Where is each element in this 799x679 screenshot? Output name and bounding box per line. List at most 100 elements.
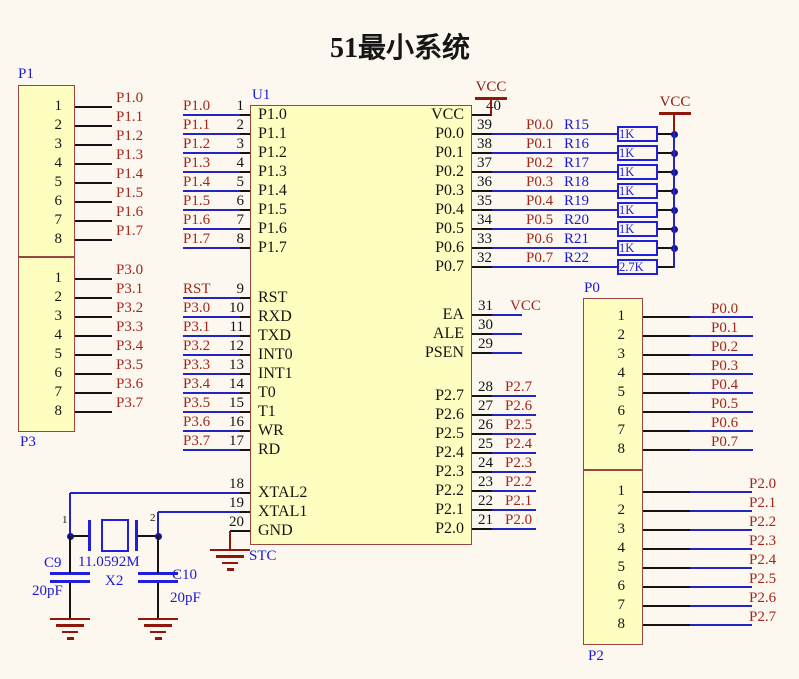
chip-pin-number: 22 bbox=[478, 493, 493, 509]
chip-pin-name-WR: WR bbox=[258, 422, 284, 439]
connector-P2-pin-number: 7 bbox=[617, 597, 626, 613]
net-label-P3.2: P3.2 bbox=[183, 338, 211, 354]
pin-stub bbox=[240, 316, 250, 318]
ground-symbol-c9-bar bbox=[62, 630, 78, 634]
chip-pin-name-PSEN: PSEN bbox=[424, 344, 464, 361]
wire bbox=[492, 152, 617, 154]
net-label-P3.7: P3.7 bbox=[116, 395, 144, 411]
resistor-value-R16: 1K bbox=[619, 146, 635, 160]
crystal-plate-left[interactable] bbox=[88, 520, 91, 551]
wire bbox=[183, 133, 240, 135]
chip-pin-name-T1: T1 bbox=[258, 403, 276, 420]
pin-stub bbox=[75, 335, 112, 337]
connector-P3-pin-number: 5 bbox=[54, 346, 63, 362]
chip-pin-name-TXD: TXD bbox=[258, 327, 291, 344]
chip-pin-name-P1.2: P1.2 bbox=[258, 144, 287, 161]
crystal-body[interactable] bbox=[101, 519, 129, 552]
chip-pin-name-P1.4: P1.4 bbox=[258, 182, 287, 199]
net-label-P0.5: P0.5 bbox=[526, 212, 554, 228]
pin-stub bbox=[643, 411, 690, 413]
chip-pin-name-RST: RST bbox=[258, 289, 288, 306]
chip-pin-name-P1.7: P1.7 bbox=[258, 239, 287, 256]
chip-pin-number: 25 bbox=[478, 436, 493, 452]
chip-pin-name-P2.2: P2.2 bbox=[435, 482, 464, 499]
chip-pin-name-P2.5: P2.5 bbox=[435, 425, 464, 442]
ground-symbol-c9-bar bbox=[56, 624, 84, 627]
net-label-P1.5: P1.5 bbox=[183, 193, 211, 209]
chip-pin-number: 33 bbox=[477, 231, 492, 247]
pin-stub bbox=[472, 228, 492, 230]
net-label-P2.3: P2.3 bbox=[749, 533, 777, 549]
net-label-P0.1: P0.1 bbox=[711, 320, 739, 336]
connector-P1-pin-number: 5 bbox=[54, 174, 63, 190]
chip-u1-value: STC bbox=[249, 548, 277, 564]
pin-stub bbox=[240, 449, 250, 451]
chip-pin-number: 18 bbox=[229, 476, 244, 492]
net-label-P2.6: P2.6 bbox=[749, 590, 777, 606]
wire bbox=[492, 452, 536, 454]
chip-pin-name-VCC: VCC bbox=[431, 106, 464, 123]
pin-stub bbox=[75, 411, 112, 413]
net-label-P2.4: P2.4 bbox=[505, 436, 533, 452]
pin-stub bbox=[240, 297, 250, 299]
connector-P2-pin-number: 3 bbox=[617, 521, 626, 537]
pin-stub bbox=[643, 335, 690, 337]
wire bbox=[492, 228, 617, 230]
wire bbox=[183, 209, 240, 211]
pin-stub bbox=[643, 354, 690, 356]
chip-pin-name-P2.1: P2.1 bbox=[435, 501, 464, 518]
net-label-P1.7: P1.7 bbox=[116, 223, 144, 239]
chip-pin-number: 37 bbox=[477, 155, 492, 171]
chip-pin-name-EA: EA bbox=[442, 306, 464, 323]
schematic-title: 51最小系统 bbox=[329, 33, 470, 64]
chip-pin-number: 28 bbox=[478, 379, 493, 395]
ground-symbol-gnd-bar bbox=[216, 555, 244, 558]
net-label-P0.0: P0.0 bbox=[526, 117, 554, 133]
chip-pin-number: 29 bbox=[478, 336, 493, 352]
net-label-P0.2: P0.2 bbox=[711, 339, 739, 355]
ground-symbol-c10-bar bbox=[154, 637, 162, 640]
net-label-P0.3: P0.3 bbox=[711, 358, 739, 374]
ground-symbol-c9-bar bbox=[66, 637, 74, 640]
net-label-P0.6: P0.6 bbox=[526, 231, 554, 247]
cap-c9-lead-bottom bbox=[69, 583, 71, 618]
wire bbox=[492, 190, 617, 192]
connector-P3-pin-number: 1 bbox=[54, 270, 63, 286]
vcc-symbol-pin40-label: VCC bbox=[475, 79, 507, 95]
connector-P1-pin-number: 4 bbox=[54, 155, 63, 171]
connector-P2-pin-number: 2 bbox=[617, 502, 626, 518]
chip-pin-number: 30 bbox=[478, 317, 493, 333]
wire bbox=[492, 209, 617, 211]
pin-stub bbox=[240, 114, 250, 116]
pin-stub bbox=[75, 373, 112, 375]
net-label-P3.1: P3.1 bbox=[183, 319, 211, 335]
resistor-value-R19: 1K bbox=[619, 203, 635, 217]
resistor-value-R21: 1K bbox=[619, 241, 635, 255]
net-label-RST: RST bbox=[183, 281, 211, 297]
chip-pin-number: 23 bbox=[478, 474, 493, 490]
vcc-stem bbox=[490, 100, 492, 115]
chip-pin-number: 40 bbox=[486, 98, 501, 114]
wire bbox=[690, 510, 752, 512]
wire-xtal1 bbox=[158, 511, 240, 513]
net-label-P0.7: P0.7 bbox=[526, 250, 554, 266]
pin-stub bbox=[75, 354, 112, 356]
net-label-P2.3: P2.3 bbox=[505, 455, 533, 471]
wire bbox=[492, 490, 536, 492]
pin-stub bbox=[240, 392, 250, 394]
pin-stub bbox=[75, 297, 112, 299]
wire bbox=[492, 528, 536, 530]
pin-stub bbox=[75, 220, 112, 222]
pin-stub bbox=[472, 247, 492, 249]
net-label-P1.4: P1.4 bbox=[183, 174, 211, 190]
wire bbox=[690, 624, 752, 626]
net-label-P2.6: P2.6 bbox=[505, 398, 533, 414]
ground-symbol-c9-bar bbox=[50, 617, 90, 621]
pin-stub bbox=[472, 433, 492, 435]
pin-stub bbox=[643, 510, 690, 512]
net-label-P1.0: P1.0 bbox=[116, 90, 144, 106]
connector-P3-pin-number: 2 bbox=[54, 289, 63, 305]
pin-stub bbox=[240, 411, 250, 413]
net-label-P1.1: P1.1 bbox=[183, 117, 211, 133]
chip-pin-name-P2.7: P2.7 bbox=[435, 387, 464, 404]
